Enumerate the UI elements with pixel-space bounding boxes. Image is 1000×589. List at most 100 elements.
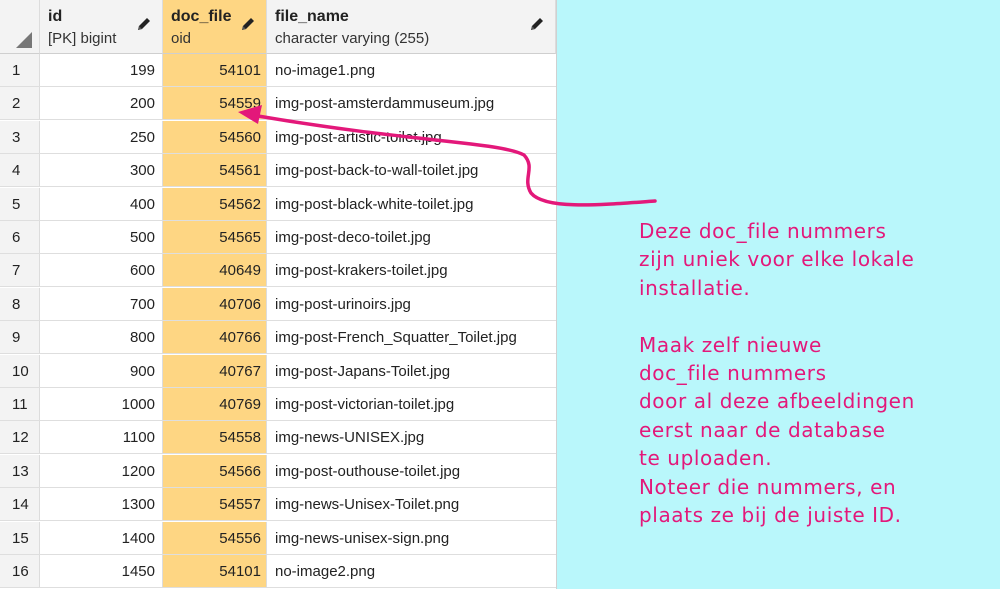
row-number[interactable]: 6 xyxy=(0,221,40,253)
table-row[interactable]: 2 200 54559 img-post-amsterdammuseum.jpg xyxy=(0,87,556,121)
table-row[interactable]: 7 600 40649 img-post-krakers-toilet.jpg xyxy=(0,254,556,288)
cell-doc-file[interactable]: 54566 xyxy=(163,454,267,487)
cell-doc-file[interactable]: 54561 xyxy=(163,154,267,187)
row-number[interactable]: 2 xyxy=(0,87,40,120)
annotation-line: door al deze afbeeldingen xyxy=(639,389,915,414)
row-number[interactable]: 15 xyxy=(0,521,40,554)
cell-id[interactable]: 300 xyxy=(40,154,163,187)
row-number[interactable]: 12 xyxy=(0,421,40,454)
table-row[interactable]: 4 300 54561 img-post-back-to-wall-toilet.jp… xyxy=(0,154,556,188)
cell-file-name[interactable]: img-post-French_Squatter_Toilet.jpg xyxy=(267,321,556,353)
sort-corner-icon xyxy=(16,32,32,48)
cell-id[interactable]: 400 xyxy=(40,187,163,220)
annotation-line: Noteer die nummers, en xyxy=(639,474,897,499)
row-number[interactable]: 4 xyxy=(0,154,40,187)
annotation-line: te uploaden. xyxy=(639,446,773,471)
cell-file-name[interactable]: img-post-artistic-toilet.jpg xyxy=(267,121,556,153)
cell-doc-file[interactable]: 54562 xyxy=(163,187,267,220)
cell-doc-file[interactable]: 54557 xyxy=(163,488,267,521)
table-row[interactable]: 8 700 40706 img-post-urinoirs.jpg xyxy=(0,287,556,321)
cell-id[interactable]: 250 xyxy=(40,120,163,153)
cell-doc-file[interactable]: 54560 xyxy=(163,120,267,153)
row-number[interactable]: 13 xyxy=(0,454,40,487)
cell-doc-file[interactable]: 40706 xyxy=(163,287,267,320)
cell-id[interactable]: 500 xyxy=(40,221,163,253)
cell-file-name[interactable]: img-news-Unisex-Toilet.png xyxy=(267,488,556,520)
cell-file-name[interactable]: img-post-urinoirs.jpg xyxy=(267,288,556,320)
corner-header[interactable] xyxy=(0,0,40,54)
cell-doc-file[interactable]: 54565 xyxy=(163,221,267,253)
cell-id[interactable]: 900 xyxy=(40,354,163,387)
cell-id[interactable]: 1300 xyxy=(40,488,163,521)
cell-file-name[interactable]: img-post-victorian-toilet.jpg xyxy=(267,388,556,420)
annotation-line: eerst naar de database xyxy=(639,417,886,442)
annotation-line xyxy=(639,302,915,330)
column-type: [PK] bigint xyxy=(48,30,117,47)
cell-file-name[interactable]: img-news-UNISEX.jpg xyxy=(267,421,556,453)
cell-doc-file[interactable]: 54556 xyxy=(163,521,267,554)
cell-doc-file[interactable]: 54101 xyxy=(163,555,267,587)
cell-id[interactable]: 1450 xyxy=(40,555,163,587)
cell-id[interactable]: 700 xyxy=(40,287,163,320)
cell-id[interactable]: 800 xyxy=(40,321,163,354)
cell-id[interactable]: 199 xyxy=(40,54,163,86)
table-row[interactable]: 3 250 54560 img-post-artistic-toilet.jpg xyxy=(0,120,556,154)
row-number[interactable]: 14 xyxy=(0,488,40,521)
cell-id[interactable]: 1200 xyxy=(40,454,163,487)
data-grid: id [PK] bigint doc_file oid file_name ch… xyxy=(0,0,557,589)
table-row[interactable]: 6 500 54565 img-post-deco-toilet.jpg xyxy=(0,221,556,254)
pencil-icon[interactable] xyxy=(240,16,256,32)
pencil-icon[interactable] xyxy=(136,16,152,32)
table-row[interactable]: 10 900 40767 img-post-Japans-Toilet.jpg xyxy=(0,354,556,388)
row-number[interactable]: 3 xyxy=(0,120,40,153)
row-number[interactable]: 5 xyxy=(0,187,40,220)
cell-file-name[interactable]: no-image2.png xyxy=(267,555,556,587)
annotation-line: installatie. xyxy=(639,275,751,300)
row-number[interactable]: 8 xyxy=(0,287,40,320)
cell-file-name[interactable]: no-image1.png xyxy=(267,54,556,86)
table-row[interactable]: 14 1300 54557 img-news-Unisex-Toilet.png xyxy=(0,488,556,522)
cell-file-name[interactable]: img-post-black-white-toilet.jpg xyxy=(267,188,556,220)
annotation-line: doc_file nummers xyxy=(639,360,827,385)
cell-file-name[interactable]: img-post-back-to-wall-toilet.jpg xyxy=(267,154,556,186)
cell-doc-file[interactable]: 40769 xyxy=(163,388,267,420)
pencil-icon[interactable] xyxy=(529,16,545,32)
table-row[interactable]: 5 400 54562 img-post-black-white-toilet.jpg xyxy=(0,187,556,221)
cell-id[interactable]: 1100 xyxy=(40,421,163,454)
row-number[interactable]: 11 xyxy=(0,388,40,420)
row-number[interactable]: 9 xyxy=(0,321,40,354)
cell-file-name[interactable]: img-post-outhouse-toilet.jpg xyxy=(267,455,556,487)
table-row[interactable]: 11 1000 40769 img-post-victorian-toilet.jpg xyxy=(0,388,556,421)
table-row[interactable]: 12 1100 54558 img-news-UNISEX.jpg xyxy=(0,421,556,455)
row-number[interactable]: 16 xyxy=(0,555,40,587)
annotation-note: Deze doc_file nummers zijn uniek voor elk… xyxy=(639,217,915,529)
annotation-line: plaats ze bij de juiste ID. xyxy=(639,502,902,527)
cell-file-name[interactable]: img-post-amsterdammuseum.jpg xyxy=(267,87,556,119)
cell-file-name[interactable]: img-post-Japans-Toilet.jpg xyxy=(267,355,556,387)
row-number[interactable]: 10 xyxy=(0,354,40,387)
cell-doc-file[interactable]: 54101 xyxy=(163,54,267,86)
cell-id[interactable]: 200 xyxy=(40,87,163,120)
column-header-file-name[interactable]: file_name character varying (255) xyxy=(267,0,556,54)
cell-id[interactable]: 1400 xyxy=(40,521,163,554)
table-row[interactable]: 13 1200 54566 img-post-outhouse-toilet.jpg xyxy=(0,454,556,488)
table-row[interactable]: 16 1450 54101 no-image2.png xyxy=(0,555,556,588)
row-number[interactable]: 7 xyxy=(0,254,40,287)
cell-doc-file[interactable]: 54559 xyxy=(163,87,267,120)
table-row[interactable]: 15 1400 54556 img-news-unisex-sign.png xyxy=(0,521,556,555)
cell-file-name[interactable]: img-post-deco-toilet.jpg xyxy=(267,221,556,253)
cell-id[interactable]: 600 xyxy=(40,254,163,287)
annotation-line: zijn uniek voor elke lokale xyxy=(639,247,915,272)
column-header-doc-file[interactable]: doc_file oid xyxy=(163,0,267,54)
table-row[interactable]: 1 199 54101 no-image1.png xyxy=(0,54,556,87)
column-header-id[interactable]: id [PK] bigint xyxy=(40,0,163,54)
cell-doc-file[interactable]: 40649 xyxy=(163,254,267,287)
table-row[interactable]: 9 800 40766 img-post-French_Squatter_Toilet… xyxy=(0,321,556,355)
cell-file-name[interactable]: img-news-unisex-sign.png xyxy=(267,522,556,554)
cell-doc-file[interactable]: 40767 xyxy=(163,354,267,387)
cell-doc-file[interactable]: 40766 xyxy=(163,321,267,354)
cell-id[interactable]: 1000 xyxy=(40,388,163,420)
cell-doc-file[interactable]: 54558 xyxy=(163,421,267,454)
cell-file-name[interactable]: img-post-krakers-toilet.jpg xyxy=(267,254,556,286)
row-number[interactable]: 1 xyxy=(0,54,40,86)
